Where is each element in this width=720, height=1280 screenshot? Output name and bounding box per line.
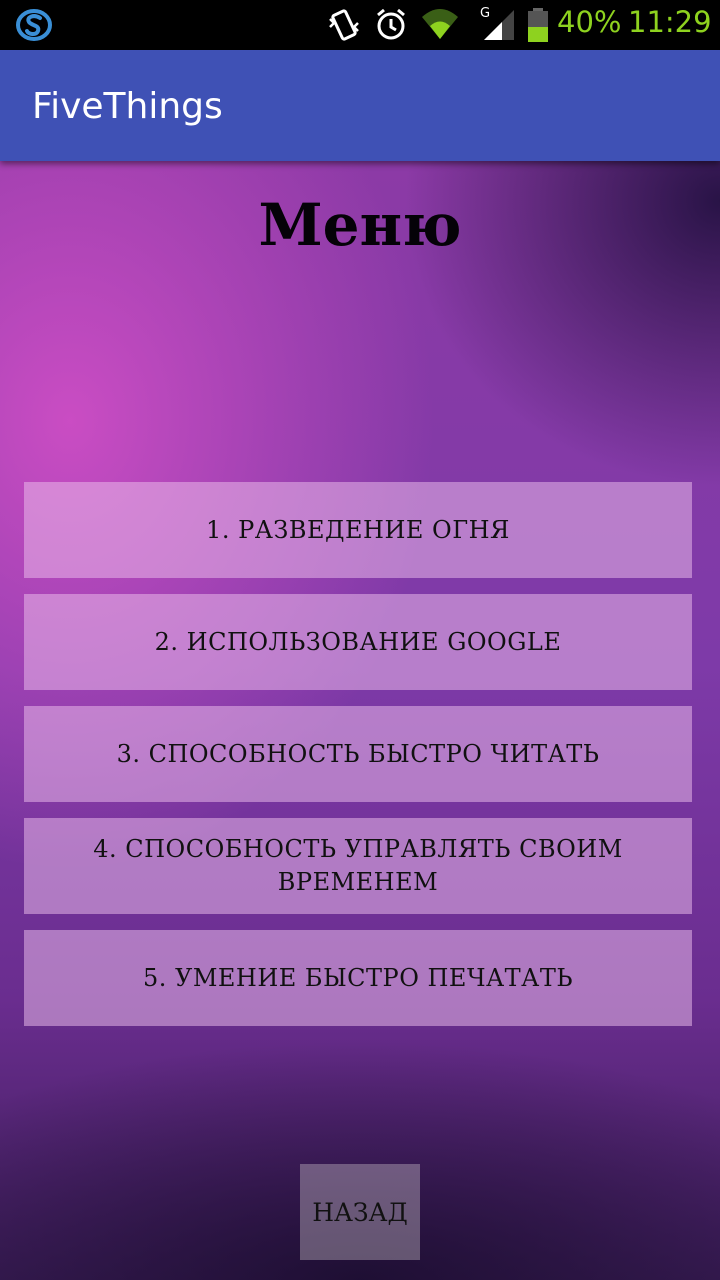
app-bar: FiveThings [0,50,720,161]
signal-icon: G [478,4,518,46]
wifi-icon [420,7,460,45]
status-bar: G 40% 11:29 [0,0,720,50]
app-title: FiveThings [32,86,223,127]
menu-item-fast-typing-button[interactable]: 5. УМЕНИЕ БЫСТРО ПЕЧАТАТЬ [24,930,692,1026]
alarm-icon [374,7,408,47]
svg-text:G: G [480,6,490,21]
page-title: Меню [258,191,462,259]
vibrate-icon [327,7,361,47]
menu-item-google-button[interactable]: 2. ИСПОЛЬЗОВАНИЕ GOOGLE [24,594,692,690]
battery-percent: 40% [557,5,622,39]
menu-item-speed-reading-button[interactable]: 3. СПОСОБНОСТЬ БЫСТРО ЧИТАТЬ [24,706,692,802]
back-button[interactable]: НАЗАД [300,1164,420,1260]
main-content: Меню 1. РАЗВЕДЕНИЕ ОГНЯ 2. ИСПОЛЬЗОВАНИЕ… [0,161,720,1280]
battery-icon [526,7,550,47]
clock-time: 11:29 [628,5,712,39]
menu-item-fire-making-button[interactable]: 1. РАЗВЕДЕНИЕ ОГНЯ [24,482,692,578]
sync-app-icon [16,8,52,42]
menu-item-time-management-button[interactable]: 4. СПОСОБНОСТЬ УПРАВЛЯТЬ СВОИМ ВРЕМЕНЕМ [24,818,692,914]
